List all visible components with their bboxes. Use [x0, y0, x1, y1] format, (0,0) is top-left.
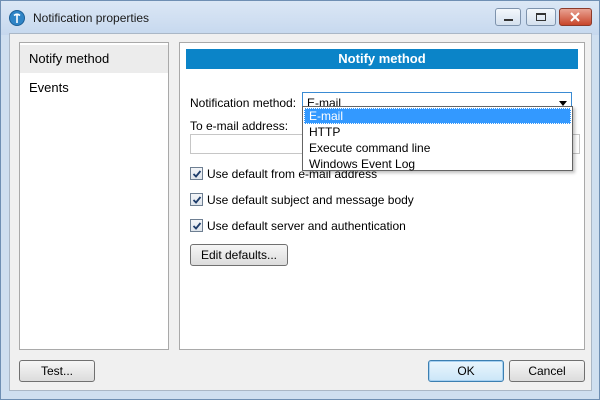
checkmark-icon — [192, 170, 202, 178]
dropdown-option-event-log[interactable]: Windows Event Log — [304, 156, 571, 172]
dropdown-option-command-line[interactable]: Execute command line — [304, 140, 571, 156]
default-server-checkbox[interactable] — [190, 219, 203, 232]
edit-defaults-button[interactable]: Edit defaults... — [190, 244, 288, 266]
test-button[interactable]: Test... — [19, 360, 95, 382]
sidebar: Notify method Events — [19, 42, 169, 350]
default-server-label: Use default server and authentication — [207, 219, 406, 233]
dialog-window: Notification properties Notify method Ev… — [0, 0, 600, 400]
cancel-button[interactable]: Cancel — [509, 360, 585, 382]
dropdown-option-email[interactable]: E-mail — [304, 108, 571, 124]
notification-method-dropdown: E-mail HTTP Execute command line Windows… — [302, 106, 573, 171]
panel-header: Notify method — [186, 49, 578, 69]
default-subject-checkbox[interactable] — [190, 193, 203, 206]
close-button[interactable] — [559, 8, 592, 26]
app-icon — [9, 10, 25, 26]
notification-method-label: Notification method: — [190, 96, 297, 110]
dropdown-option-http[interactable]: HTTP — [304, 124, 571, 140]
default-subject-label: Use default subject and message body — [207, 193, 414, 207]
maximize-button[interactable] — [526, 8, 556, 26]
sidebar-item-events[interactable]: Events — [20, 74, 168, 102]
email-address-label: To e-mail address: — [190, 119, 289, 133]
ok-button[interactable]: OK — [428, 360, 504, 382]
default-from-checkbox[interactable] — [190, 167, 203, 180]
sidebar-item-notify-method[interactable]: Notify method — [20, 45, 168, 73]
window-title: Notification properties — [33, 11, 150, 25]
title-bar[interactable]: Notification properties — [1, 1, 599, 35]
minimize-button[interactable] — [495, 8, 521, 26]
maximize-icon — [536, 13, 546, 21]
dialog-body: Notify method Events Notify method Notif… — [9, 33, 592, 391]
notify-method-panel: Notify method Notification method: E-mai… — [179, 42, 585, 350]
close-icon — [570, 12, 580, 22]
checkmark-icon — [192, 196, 202, 204]
minimize-icon — [504, 19, 513, 21]
checkmark-icon — [192, 222, 202, 230]
